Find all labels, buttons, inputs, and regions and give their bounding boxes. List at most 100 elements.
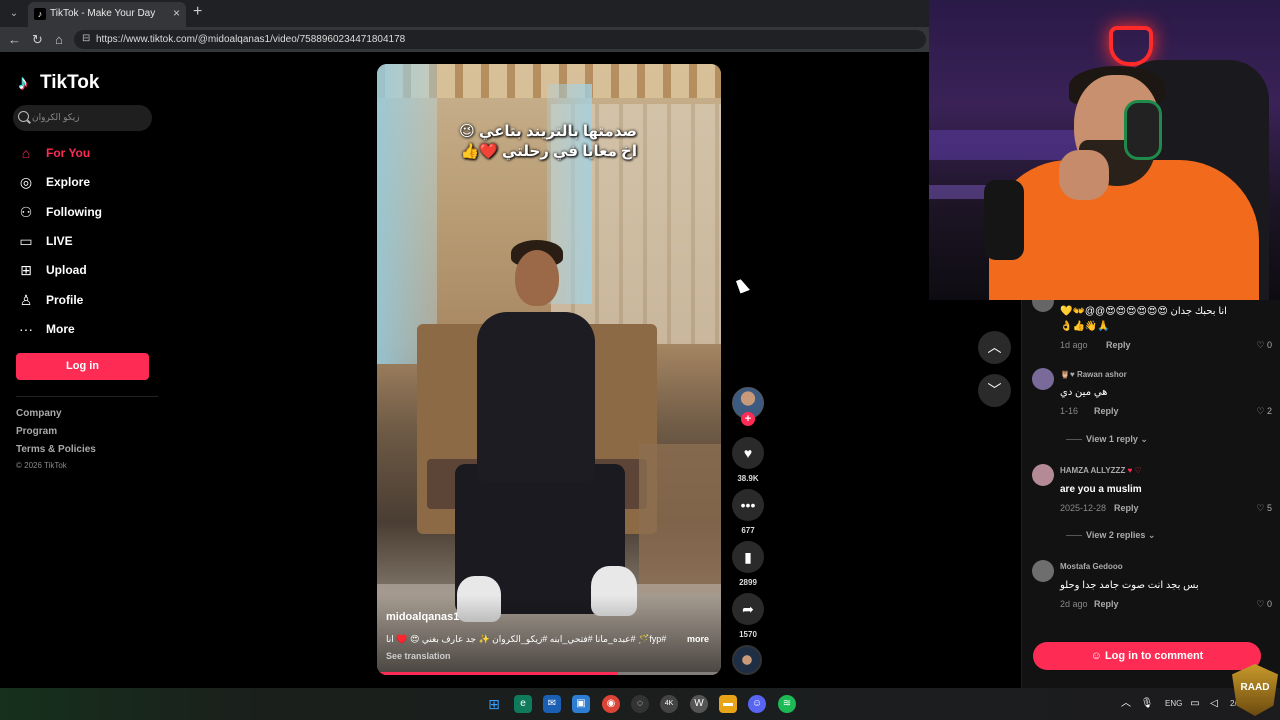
nav-label: Following (46, 205, 102, 219)
comment-like-count: 5 (1266, 503, 1272, 513)
window-icon[interactable]: ▣ (572, 695, 590, 713)
comment-username[interactable]: HAMZA ALLYZZZ ♥ ♡ (1060, 466, 1142, 475)
view-replies-button[interactable]: View 1 reply ⌄ (1066, 434, 1148, 445)
browser-tab[interactable]: ♪ TikTok - Make Your Day × (28, 2, 186, 27)
neon-sign (1109, 26, 1153, 66)
mail-icon[interactable]: ✉ (543, 695, 561, 713)
login-to-comment-button[interactable]: ☺ Log in to comment (1033, 642, 1261, 670)
caption-more-link[interactable]: more (687, 634, 709, 644)
save-count: 2899 (739, 578, 757, 587)
previous-video-button[interactable]: ︿ (978, 331, 1011, 364)
spotify-icon[interactable]: ≋ (778, 695, 796, 713)
comment-avatar[interactable] (1032, 464, 1054, 486)
search-input[interactable]: زيكو الكروان (13, 105, 152, 131)
follow-plus-icon[interactable]: + (741, 412, 755, 426)
comment-username[interactable]: Mostafa Gedooo (1060, 562, 1123, 571)
new-tab-icon[interactable]: + (193, 3, 202, 21)
browser-tab-bar: ⌄ ♪ TikTok - Make Your Day × + (0, 0, 930, 27)
wordpress-icon[interactable]: W (690, 695, 708, 713)
next-video-button[interactable]: ﹀ (978, 374, 1011, 407)
heart-outline-icon: ♡ (1256, 406, 1265, 416)
site-info-icon[interactable]: ⊟ (82, 33, 90, 44)
left-sidebar: ♪ TikTok زيكو الكروان ⌂ For You ◎ Explor… (0, 52, 165, 688)
share-icon: ➦ (742, 601, 754, 617)
comment-reply-button[interactable]: Reply (1114, 503, 1139, 513)
compass-icon: ◎ (19, 174, 33, 190)
heart-icon: ♥ (743, 445, 753, 461)
video-player[interactable]: صدمتها بالتريند بتاعي 😉 اخ معايا في رحلت… (377, 64, 721, 675)
nav-following[interactable]: ⚇ Following (18, 201, 102, 223)
mic-icon[interactable]: 🎙 (1138, 695, 1156, 713)
comment-reply-button[interactable]: Reply (1094, 406, 1119, 416)
following-icon: ⚇ (19, 204, 33, 220)
footer-program-link[interactable]: Program (16, 426, 57, 437)
tiktok-favicon-icon: ♪ (34, 8, 46, 20)
save-button[interactable]: ▮ (732, 541, 764, 573)
nav-label: Profile (46, 293, 84, 307)
video-progress-bar[interactable] (377, 672, 721, 675)
like-count: 38.9K (737, 474, 759, 483)
view-replies-button[interactable]: View 2 replies ⌄ (1066, 530, 1155, 541)
tiktok-logo[interactable]: ♪ TikTok (18, 72, 99, 94)
share-button[interactable]: ➦ (732, 593, 764, 625)
comment-like-count: 0 (1266, 340, 1272, 350)
4k-app-icon[interactable]: 4K (660, 695, 678, 713)
chevron-up-icon[interactable]: ︿ (1117, 695, 1135, 713)
video-overlay-line-1: صدمتها بالتريند بتاعي 😉 (459, 123, 637, 140)
music-disc-icon[interactable] (732, 645, 762, 675)
see-translation-link[interactable]: See translation (386, 651, 451, 661)
edge-icon[interactable]: e (514, 695, 532, 713)
comment-date: 1-16 (1060, 406, 1079, 416)
nav-live[interactable]: ▭ LIVE (18, 230, 72, 252)
reload-icon[interactable]: ↻ (32, 32, 43, 48)
nav-for-you[interactable]: ⌂ For You (18, 142, 90, 164)
microphone (984, 180, 1024, 260)
more-icon: ··· (19, 321, 33, 337)
live-icon: ▭ (19, 233, 33, 249)
discord-icon[interactable]: ☺ (748, 695, 766, 713)
nav-explore[interactable]: ◎ Explore (18, 171, 90, 193)
volume-icon[interactable]: ◁ (1205, 695, 1223, 713)
address-bar: ← ↻ ⌂ ⊟ https://www.tiktok.com/@midoalqa… (0, 27, 930, 52)
nav-profile[interactable]: ♙ Profile (18, 289, 84, 311)
nav-more[interactable]: ··· More (18, 318, 75, 340)
app-icon[interactable]: ◌ (631, 695, 649, 713)
video-author[interactable]: midoalqanas1 (386, 611, 459, 623)
folder-icon[interactable]: ▬ (719, 695, 737, 713)
comment-reply-button[interactable]: Reply (1094, 599, 1119, 609)
comment-text: are you a muslim (1060, 484, 1142, 495)
tab-close-icon[interactable]: × (173, 6, 180, 20)
search-icon (18, 111, 29, 122)
comment-like-button[interactable]: ♡ 5 (1256, 503, 1272, 514)
footer-terms-link[interactable]: Terms & Policies (16, 444, 96, 455)
comment-icon: ••• (740, 497, 756, 513)
comment-reply-button[interactable]: Reply (1106, 340, 1131, 350)
language-indicator[interactable]: ENG (1165, 699, 1182, 708)
nav-upload[interactable]: ⊞ Upload (18, 259, 87, 281)
streamer-webcam (929, 0, 1280, 300)
comment-text: انا بحبك جدان 😍😍😍😍😍😍@@👐💛 (1060, 306, 1227, 317)
comment-like-button[interactable]: ♡ 0 (1256, 599, 1272, 610)
tab-list-icon[interactable]: ⌄ (6, 6, 22, 22)
nav-label: Upload (46, 263, 87, 277)
comment-like-button[interactable]: ♡ 2 (1256, 406, 1272, 417)
comment-button[interactable]: ••• (732, 489, 764, 521)
chrome-icon[interactable]: ◉ (602, 695, 620, 713)
network-icon[interactable]: ▭ (1186, 695, 1204, 713)
back-icon[interactable]: ← (8, 32, 21, 47)
windows-start-icon[interactable]: ⊞ (485, 695, 503, 713)
home-browser-icon[interactable]: ⌂ (55, 32, 63, 47)
comment-avatar[interactable] (1032, 560, 1054, 582)
login-button[interactable]: Log in (16, 353, 149, 380)
taskbar: ⊞ e ✉ ▣ ◉ ◌ 4K W ▬ ☺ ≋ ︿ 🎙 ENG ▭ ◁ 2/1 (0, 688, 1280, 720)
video-progress-fill (377, 672, 618, 675)
like-button[interactable]: ♥ (732, 437, 764, 469)
comment-like-button[interactable]: ♡ 0 (1256, 340, 1272, 351)
search-placeholder: زيكو الكروان (32, 112, 80, 122)
footer-company-link[interactable]: Company (16, 408, 62, 419)
comment-username[interactable]: 🦉♥ Rawan ashor (1060, 370, 1127, 379)
comment-avatar[interactable] (1032, 368, 1054, 390)
url-input[interactable]: ⊟ https://www.tiktok.com/@midoalqanas1/v… (74, 30, 926, 49)
tiktok-note-icon: ♪ (18, 72, 28, 94)
nav-label: For You (46, 146, 91, 160)
